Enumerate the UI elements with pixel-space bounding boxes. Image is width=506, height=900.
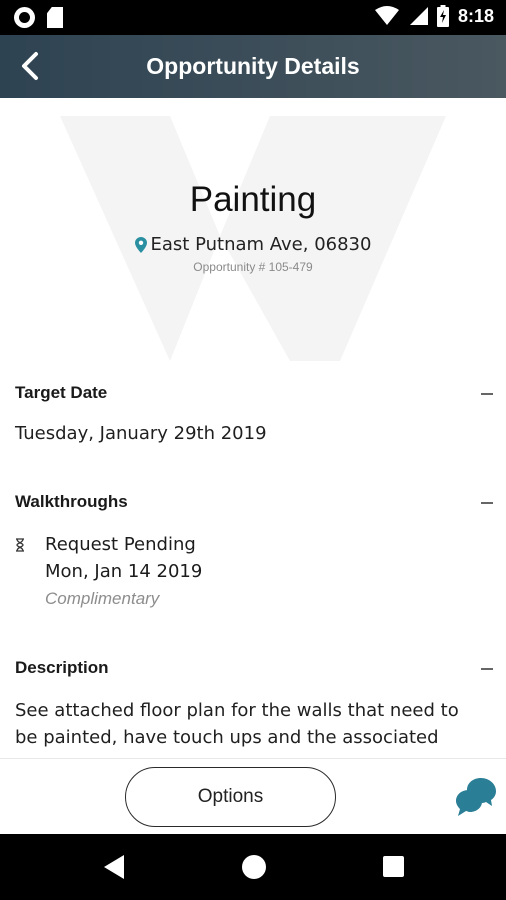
description-text: See attached floor plan for the walls th… [15, 700, 459, 748]
description-section: Description See attached floor plan for … [0, 658, 506, 748]
opportunity-number: Opportunity # 105-479 [193, 260, 313, 274]
recents-square-icon[interactable] [383, 856, 404, 877]
target-date-value: Tuesday, January 29th 2019 [15, 423, 267, 444]
collapse-icon[interactable] [481, 668, 493, 670]
signal-icon [409, 7, 428, 25]
back-triangle-icon[interactable] [103, 854, 125, 880]
wifi-icon [374, 6, 399, 25]
description-header[interactable]: Description [0, 658, 506, 682]
home-circle-icon[interactable] [242, 855, 266, 879]
section-title: Description [15, 658, 109, 677]
status-left-icons [14, 7, 63, 28]
collapse-icon[interactable] [481, 393, 493, 395]
collapse-icon[interactable] [481, 502, 493, 504]
app-bar: Opportunity Details [0, 35, 506, 98]
battery-charging-icon [436, 5, 449, 27]
chat-bubbles-icon [456, 778, 496, 816]
walkthrough-date: Mon, Jan 14 2019 [45, 561, 203, 582]
status-right-icons: 8:18 [374, 5, 494, 27]
system-nav-bar [0, 834, 506, 900]
hourglass-icon [16, 538, 24, 552]
location-pin-icon [134, 236, 147, 253]
walkthroughs-section: Walkthroughs Request Pending Mon, Jan 14… [0, 492, 506, 608]
opportunity-title: Painting [189, 180, 317, 219]
target-date-header[interactable]: Target Date [0, 383, 506, 407]
walkthroughs-header[interactable]: Walkthroughs [0, 492, 506, 516]
page-title: Opportunity Details [146, 53, 360, 79]
record-icon [14, 7, 35, 28]
status-bar: 8:18 [0, 0, 506, 35]
walkthrough-status: Request Pending [45, 534, 196, 555]
options-button[interactable]: Options [125, 767, 336, 827]
status-time: 8:18 [457, 5, 494, 26]
target-date-section: Target Date Tuesday, January 29th 2019 [0, 383, 506, 444]
sd-card-icon [47, 7, 63, 28]
address-text: East Putnam Ave, 06830 [150, 234, 372, 255]
section-title: Target Date [15, 383, 108, 402]
opportunity-address[interactable]: East Putnam Ave, 06830 [0, 234, 506, 255]
opportunity-header: Painting East Putnam Ave, 06830 Opportun… [0, 98, 506, 361]
chat-button[interactable] [455, 776, 497, 818]
section-title: Walkthroughs [15, 492, 128, 511]
walkthrough-type: Complimentary [45, 589, 160, 608]
